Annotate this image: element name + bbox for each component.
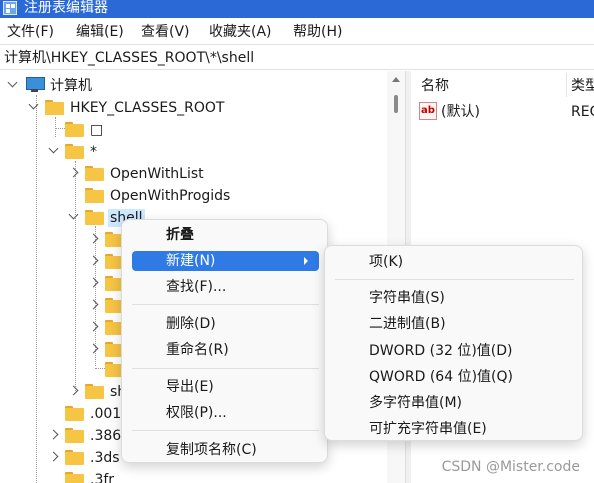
chevron-right-icon[interactable] (88, 255, 99, 266)
column-header-name[interactable]: 名称 (421, 77, 449, 95)
folder-icon (85, 384, 104, 399)
submenu-item-key[interactable]: 项(K) (369, 253, 403, 273)
submenu-arrow-icon (304, 257, 308, 265)
menu-view[interactable]: 查看(V) (141, 23, 190, 41)
menu-item-delete[interactable]: 删除(D) (166, 315, 216, 335)
column-divider[interactable] (566, 73, 567, 97)
tree-node-openwithprogids[interactable]: OpenWithProgids (0, 185, 260, 205)
folder-icon (65, 406, 84, 421)
menu-item-rename[interactable]: 重命名(R) (166, 341, 229, 361)
chevron-down-icon[interactable] (68, 209, 79, 220)
menu-item-collapse[interactable]: 折叠 (166, 226, 194, 246)
ab-string-value-icon: ab (419, 102, 437, 120)
submenu-item-expandable-string-value[interactable]: 可扩充字符串值(E) (369, 420, 487, 440)
folder-icon (85, 166, 104, 181)
menu-highlight (132, 251, 319, 271)
menu-item-permissions[interactable]: 权限(P)... (166, 404, 227, 424)
chevron-down-icon[interactable] (7, 77, 18, 88)
new-submenu: 项(K) 字符串值(S) 二进制值(B) DWORD (32 位)值(D) QW… (324, 245, 583, 441)
chevron-right-icon[interactable] (88, 277, 99, 288)
tree-label: .3fr (90, 472, 115, 483)
tree-label: .386 (90, 428, 122, 444)
submenu-item-qword-value[interactable]: QWORD (64 位)值(Q) (369, 368, 513, 388)
folder-icon (45, 100, 64, 115)
chevron-down-icon[interactable] (28, 99, 39, 110)
tree-node-openwithlist[interactable]: OpenWithList (0, 163, 240, 183)
tree-label: .3ds (90, 450, 120, 466)
menu-item-copy-key-name[interactable]: 复制项名称(C) (166, 441, 257, 461)
folder-icon (85, 210, 104, 225)
menu-separator (132, 304, 319, 305)
scroll-up-arrow-icon[interactable] (392, 77, 400, 82)
folder-icon (65, 472, 84, 483)
folder-icon (65, 450, 84, 465)
menu-item-export[interactable]: 导出(E) (166, 378, 214, 398)
folder-icon (65, 144, 84, 159)
context-menu: 折叠 新建(N) 查找(F)... 删除(D) 重命名(R) 导出(E) 权限(… (121, 219, 328, 463)
submenu-item-binary-value[interactable]: 二进制值(B) (369, 315, 446, 335)
submenu-item-multi-string-value[interactable]: 多字符串值(M) (369, 394, 462, 414)
folder-icon (65, 428, 84, 443)
menu-help[interactable]: 帮助(H) (293, 23, 342, 41)
menu-item-find[interactable]: 查找(F)... (166, 278, 226, 298)
chevron-right-icon[interactable] (48, 451, 59, 462)
menu-separator (132, 368, 319, 369)
tree-label: OpenWithProgids (110, 188, 231, 204)
chevron-right-icon[interactable] (88, 299, 99, 310)
address-bar[interactable]: 计算机\HKEY_CLASSES_ROOT\*\shell (0, 44, 594, 70)
scrollbar-thumb[interactable] (394, 95, 398, 113)
tree-node-hkey-classes-root[interactable]: HKEY_CLASSES_ROOT (0, 97, 260, 117)
menu-separator (132, 430, 319, 431)
tree-node-ext-001[interactable]: .001 (0, 403, 130, 423)
tree-label: 计算机 (50, 78, 92, 94)
chevron-right-icon[interactable] (88, 233, 99, 244)
tree-node-shell-child[interactable] (0, 295, 130, 315)
window-title: 注册表编辑器 (24, 0, 108, 16)
value-name-default[interactable]: (默认) (441, 103, 480, 121)
folder-icon (65, 122, 84, 137)
tree-label: HKEY_CLASSES_ROOT (70, 100, 225, 116)
submenu-item-dword-value[interactable]: DWORD (32 位)值(D) (369, 342, 513, 362)
tree-node-star[interactable]: * (0, 141, 120, 161)
chevron-right-icon[interactable] (88, 321, 99, 332)
tree-node-empty-key[interactable]: □ (0, 119, 120, 139)
menu-edit[interactable]: 编辑(E) (76, 23, 124, 41)
tree-node-shell-sibling[interactable]: sh (0, 381, 130, 401)
tree-node-computer[interactable]: 计算机 (0, 75, 200, 95)
chevron-right-icon[interactable] (48, 429, 59, 440)
tree-node-shell-child[interactable] (0, 317, 130, 337)
registry-editor-icon (3, 1, 17, 15)
computer-icon (25, 77, 45, 93)
menu-separator (335, 279, 574, 280)
value-type[interactable]: REG (571, 103, 594, 121)
submenu-item-string-value[interactable]: 字符串值(S) (369, 289, 445, 309)
tree-node-shell-child[interactable] (0, 273, 130, 293)
chevron-right-icon[interactable] (68, 385, 79, 396)
folder-icon (85, 188, 104, 203)
chevron-down-icon[interactable] (48, 143, 59, 154)
chevron-right-icon[interactable] (68, 167, 79, 178)
tree-node-shell-child[interactable] (0, 229, 130, 249)
menu-item-new[interactable]: 新建(N) (166, 252, 215, 272)
tree-node-shell-child[interactable] (0, 251, 130, 271)
tree-label: OpenWithList (110, 166, 204, 182)
title-bar: 注册表编辑器 (0, 0, 594, 18)
tree-node-shell-child[interactable] (0, 359, 130, 379)
column-header-type[interactable]: 类型 (571, 77, 594, 95)
tree-node-ext-386[interactable]: .386 (0, 425, 130, 445)
tree-node-ext-3ds[interactable]: .3ds (0, 447, 130, 467)
menu-bar: 文件(F) 编辑(E) 查看(V) 收藏夹(A) 帮助(H) (0, 19, 594, 44)
watermark: CSDN @Mister.code (441, 459, 580, 475)
tree-label: .001 (90, 406, 122, 422)
tree-label: * (90, 144, 97, 160)
tree-node-shell-child[interactable] (0, 339, 130, 359)
menu-file[interactable]: 文件(F) (7, 23, 54, 41)
tree-node-ext-3fr[interactable]: .3fr (0, 469, 130, 483)
address-path[interactable]: 计算机\HKEY_CLASSES_ROOT\*\shell (4, 49, 254, 67)
menu-favorites[interactable]: 收藏夹(A) (209, 23, 272, 41)
chevron-right-icon[interactable] (88, 343, 99, 354)
tree-label: □ (90, 122, 104, 138)
